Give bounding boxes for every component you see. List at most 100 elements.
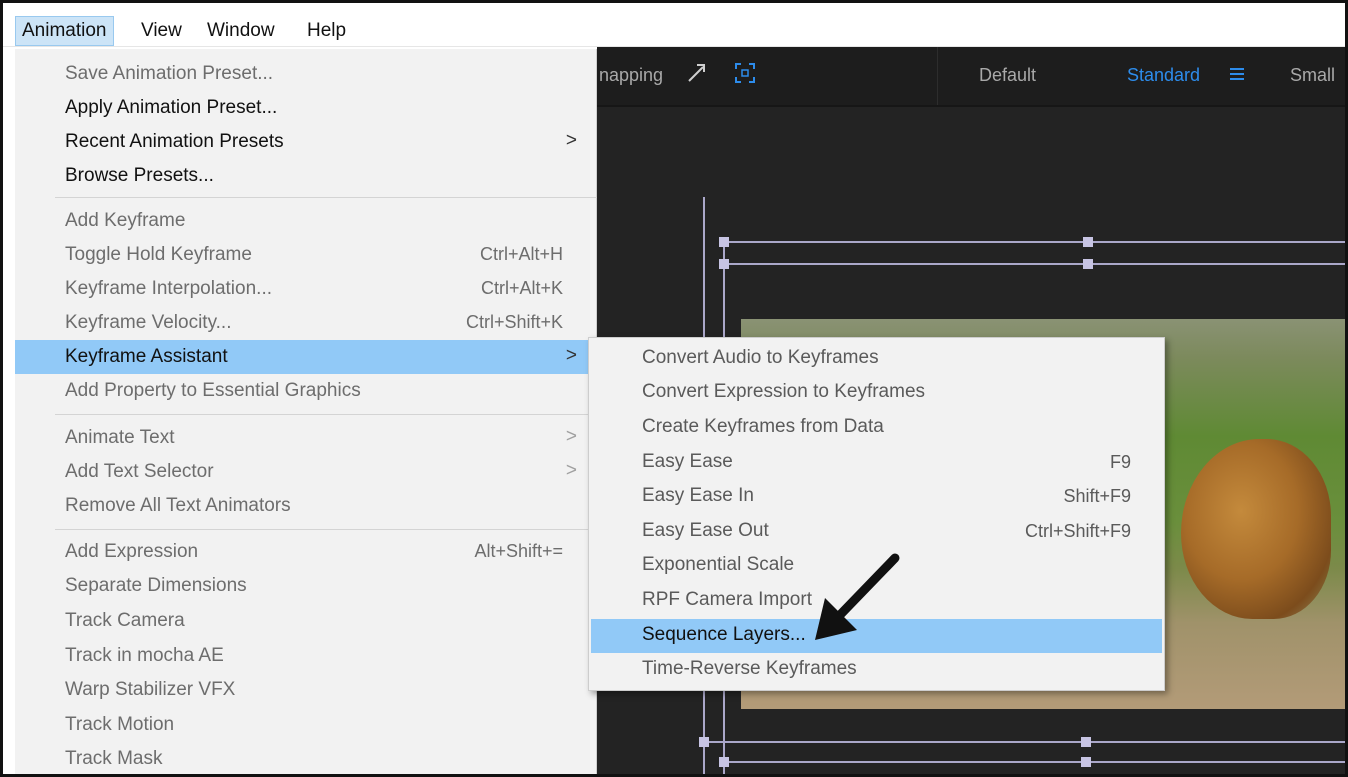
- submenu-item-easy-ease-out[interactable]: Easy Ease Out Ctrl+Shift+F9: [591, 515, 1162, 549]
- menu-item-label: Track Motion: [65, 714, 175, 735]
- transform-handle[interactable]: [699, 737, 709, 747]
- bounding-line: [723, 761, 1345, 763]
- menu-item-label: Remove All Text Animators: [65, 495, 291, 516]
- menu-item-label: Keyframe Interpolation...: [65, 278, 272, 299]
- menu-item-label: Create Keyframes from Data: [642, 416, 884, 437]
- transform-handle[interactable]: [1081, 737, 1091, 747]
- menu-item-remove-all-text-animators[interactable]: Remove All Text Animators: [15, 489, 597, 523]
- menu-item-label: RPF Camera Import: [642, 589, 812, 610]
- menu-item-recent-animation-presets[interactable]: Recent Animation Presets >: [15, 125, 597, 159]
- menu-item-label: Animate Text: [65, 427, 175, 448]
- menu-item-add-property-essential-graphics[interactable]: Add Property to Essential Graphics: [15, 374, 597, 408]
- submenu-arrow-icon: >: [565, 460, 577, 481]
- menu-item-label: Keyframe Velocity...: [65, 312, 232, 333]
- menu-item-label: Add Text Selector: [65, 461, 214, 482]
- bounding-line: [703, 741, 1345, 743]
- menu-item-add-expression[interactable]: Add Expression Alt+Shift+=: [15, 535, 597, 569]
- menu-separator: [55, 529, 597, 530]
- transform-handle[interactable]: [1083, 237, 1093, 247]
- menu-item-label: Apply Animation Preset...: [65, 97, 278, 118]
- menu-item-separate-dimensions[interactable]: Separate Dimensions: [15, 569, 597, 603]
- menu-item-animate-text[interactable]: Animate Text >: [15, 421, 597, 455]
- shortcut-label: Ctrl+Alt+K: [480, 278, 563, 298]
- menu-item-label: Sequence Layers...: [642, 624, 806, 645]
- menu-animation[interactable]: Animation: [15, 16, 114, 46]
- submenu-item-create-keyframes-from-data[interactable]: Create Keyframes from Data: [591, 411, 1162, 445]
- menu-item-add-keyframe[interactable]: Add Keyframe: [15, 204, 597, 238]
- screenshot-frame: Animation View Window Help napping Defau…: [0, 0, 1348, 777]
- annotation-arrow-icon: [815, 553, 900, 640]
- menu-item-label: Exponential Scale: [642, 554, 795, 575]
- submenu-item-convert-expression-to-keyframes[interactable]: Convert Expression to Keyframes: [591, 376, 1162, 410]
- menu-item-label: Recent Animation Presets: [65, 131, 284, 152]
- menu-separator: [55, 197, 597, 198]
- menu-item-label: Add Property to Essential Graphics: [65, 380, 361, 401]
- menu-item-add-text-selector[interactable]: Add Text Selector >: [15, 455, 597, 489]
- submenu-arrow-icon: >: [565, 345, 577, 366]
- menu-item-label: Easy Ease Out: [642, 520, 769, 541]
- workspace-default[interactable]: Default: [979, 65, 1036, 86]
- shortcut-label: Ctrl+Shift+K: [465, 312, 563, 332]
- menu-item-label: Track Camera: [65, 610, 185, 631]
- menu-item-label: Track Mask: [65, 748, 163, 769]
- menu-item-label: Add Expression: [65, 541, 199, 562]
- menu-item-track-camera[interactable]: Track Camera: [15, 604, 597, 638]
- menu-item-keyframe-velocity[interactable]: Keyframe Velocity... Ctrl+Shift+K: [15, 306, 597, 340]
- shortcut-label: Shift+F9: [1063, 486, 1131, 506]
- menu-item-track-motion[interactable]: Track Motion: [15, 708, 597, 742]
- menu-item-track-mask[interactable]: Track Mask: [15, 742, 597, 774]
- transform-handle[interactable]: [719, 237, 729, 247]
- menu-item-label: Convert Audio to Keyframes: [642, 347, 879, 368]
- snapping-label[interactable]: napping: [599, 65, 663, 86]
- menu-item-label: Time-Reverse Keyframes: [642, 658, 857, 679]
- menu-item-toggle-hold-keyframe[interactable]: Toggle Hold Keyframe Ctrl+Alt+H: [15, 238, 597, 272]
- menu-separator: [55, 414, 597, 415]
- menu-view[interactable]: View: [135, 16, 188, 46]
- submenu-item-time-reverse-keyframes[interactable]: Time-Reverse Keyframes: [591, 653, 1162, 687]
- menu-item-label: Convert Expression to Keyframes: [642, 381, 926, 402]
- menu-item-apply-animation-preset[interactable]: Apply Animation Preset...: [15, 91, 597, 125]
- shortcut-label: Ctrl+Alt+H: [479, 244, 563, 264]
- menu-item-label: Easy Ease: [642, 451, 733, 472]
- shortcut-label: Ctrl+Shift+F9: [1024, 521, 1131, 541]
- transform-handle[interactable]: [1083, 259, 1093, 269]
- animation-menu: Save Animation Preset... Apply Animation…: [15, 49, 597, 774]
- workspace-toolbar: napping Default Standard Small: [597, 47, 1345, 107]
- menu-item-keyframe-interpolation[interactable]: Keyframe Interpolation... Ctrl+Alt+K: [15, 272, 597, 306]
- menu-item-label: Warp Stabilizer VFX: [65, 679, 236, 700]
- transform-handle[interactable]: [1081, 757, 1091, 767]
- menu-item-save-animation-preset[interactable]: Save Animation Preset...: [15, 57, 597, 91]
- shortcut-label: Alt+Shift+=: [474, 541, 563, 561]
- menu-item-label: Browse Presets...: [65, 165, 214, 186]
- hamburger-icon[interactable]: [1229, 66, 1245, 87]
- bounding-line: [723, 263, 1345, 265]
- workspace-small[interactable]: Small: [1290, 65, 1335, 86]
- menu-item-label: Track in mocha AE: [65, 645, 224, 666]
- transform-handle[interactable]: [719, 259, 729, 269]
- menu-item-keyframe-assistant[interactable]: Keyframe Assistant >: [15, 340, 597, 374]
- shortcut-label: F9: [1109, 452, 1131, 472]
- submenu-arrow-icon: >: [565, 426, 577, 447]
- lion-figure: [1181, 439, 1331, 619]
- grid-target-icon[interactable]: [733, 61, 757, 90]
- submenu-item-easy-ease-in[interactable]: Easy Ease In Shift+F9: [591, 480, 1162, 514]
- menu-item-label: Save Animation Preset...: [65, 63, 274, 84]
- submenu-arrow-icon: >: [565, 130, 577, 151]
- menu-window[interactable]: Window: [201, 16, 281, 46]
- menu-item-track-in-mocha-ae[interactable]: Track in mocha AE: [15, 639, 597, 673]
- submenu-item-easy-ease[interactable]: Easy Ease F9: [591, 446, 1162, 480]
- menubar: Animation View Window Help: [3, 3, 1345, 47]
- toolbar-divider: [937, 47, 938, 105]
- transform-handle[interactable]: [719, 757, 729, 767]
- menu-help[interactable]: Help: [301, 16, 352, 46]
- menu-item-browse-presets[interactable]: Browse Presets...: [15, 159, 597, 193]
- menu-item-warp-stabilizer-vfx[interactable]: Warp Stabilizer VFX: [15, 673, 597, 707]
- menu-item-label: Toggle Hold Keyframe: [65, 244, 252, 265]
- menu-item-label: Keyframe Assistant: [65, 346, 228, 367]
- menu-item-label: Separate Dimensions: [65, 575, 247, 596]
- submenu-item-convert-audio-to-keyframes[interactable]: Convert Audio to Keyframes: [591, 342, 1162, 376]
- bounding-line: [723, 241, 1345, 243]
- snapping-icon[interactable]: [685, 61, 709, 90]
- menu-item-label: Easy Ease In: [642, 485, 754, 506]
- workspace-standard[interactable]: Standard: [1127, 65, 1200, 86]
